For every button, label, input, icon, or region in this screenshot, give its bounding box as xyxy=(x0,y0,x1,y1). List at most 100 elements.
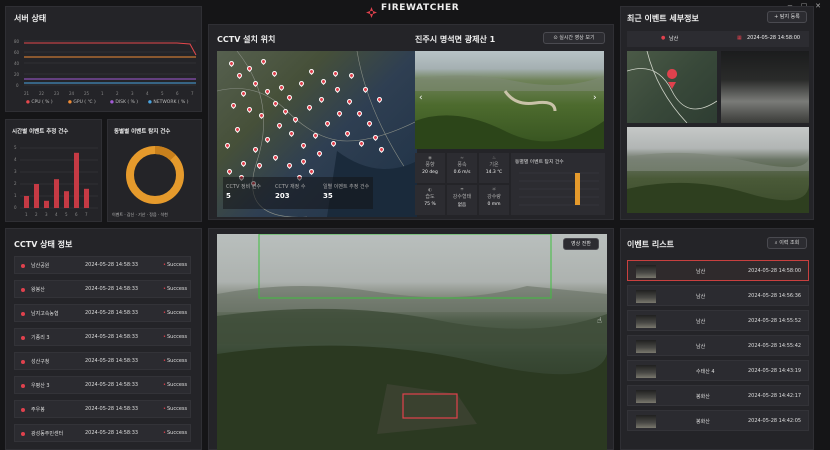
cctv-name: 성산구청 xyxy=(31,359,50,365)
success-dot-icon: • xyxy=(163,262,166,268)
svg-text:5: 5 xyxy=(14,145,17,150)
event-thumbnail xyxy=(636,390,656,403)
event-row[interactable]: 수태산 4 2024-05-28 14:43:19 xyxy=(627,360,809,381)
hourly-bar xyxy=(64,191,69,208)
event-map-thumb[interactable] xyxy=(627,51,717,123)
event-time: 2024-05-28 14:58:00 xyxy=(748,268,802,274)
panel-title: 이벤트 리스트 xyxy=(627,240,674,249)
hourly-bar xyxy=(34,184,39,208)
event-row[interactable]: 남산 2024-05-28 14:55:42 xyxy=(627,335,809,356)
xtick: 23 xyxy=(54,91,60,96)
main-video-feed[interactable]: 영상 전환 ☝ xyxy=(217,234,607,450)
xtick: 24 xyxy=(69,91,75,96)
regional-donut-chart xyxy=(126,146,184,204)
svg-text:1: 1 xyxy=(14,193,17,198)
weekly-bar xyxy=(575,173,580,205)
cctv-time: 2024-05-28 14:58:33 xyxy=(85,310,139,316)
event-location: 남산 xyxy=(696,294,706,300)
event-row[interactable]: 봉화산 2024-05-28 14:42:17 xyxy=(627,385,809,406)
cctv-map[interactable]: CCTV 정비 건수 5 CCTV 재정 수 203 일별 이벤트 추정 건수 35 xyxy=(217,51,417,217)
camera-view[interactable]: ‹ › xyxy=(415,51,604,149)
success-dot-icon: • xyxy=(163,382,166,388)
cctv-name: 기종리 3 xyxy=(31,335,50,341)
hourly-chart: 5 4 3 2 1 0 1 2 3 4 5 6 7 xyxy=(14,145,98,217)
stat-value: 203 xyxy=(275,192,290,200)
status-dot-icon xyxy=(21,384,25,388)
cctv-row[interactable]: 남지고속농협 2024-05-28 14:58:33 • Success xyxy=(14,304,191,322)
svg-text:2: 2 xyxy=(14,181,17,186)
cctv-status: Success xyxy=(167,310,188,316)
register-detection-button[interactable]: + 탐지 등록 xyxy=(767,11,807,23)
pin-icon: ● xyxy=(661,35,666,41)
history-button[interactable]: ⌕ 이력 조회 xyxy=(767,237,807,249)
cctv-row[interactable]: 왕봉산 2024-05-28 14:58:33 • Success xyxy=(14,280,191,298)
success-dot-icon: • xyxy=(163,406,166,412)
stat-value: 35 xyxy=(323,192,333,200)
cctv-row[interactable]: 기종리 3 2024-05-28 14:58:33 • Success xyxy=(14,328,191,346)
event-list-panel: 이벤트 리스트 ⌕ 이력 조회 남산 2024-05-28 14:58:00 남… xyxy=(620,228,814,450)
event-row[interactable]: 남산 2024-05-28 14:55:52 xyxy=(627,310,809,331)
cctv-status: Success xyxy=(167,382,188,388)
ytick: 80 xyxy=(14,39,20,44)
cctv-row[interactable]: 주우봉 2024-05-28 14:58:33 • Success xyxy=(14,400,191,418)
panel-title: CCTV 설치 위치 xyxy=(217,35,276,44)
event-landscape-image[interactable] xyxy=(627,127,809,213)
camera-title: 진주시 명석면 광제산 1 xyxy=(415,35,496,44)
success-dot-icon: • xyxy=(163,430,166,436)
cpu-series xyxy=(24,42,197,56)
xtick: 7 xyxy=(191,91,194,96)
server-status-chart: 80 60 40 20 0 21 22 23 24 25 1 2 3 4 5 6… xyxy=(14,39,197,96)
hourly-events-panel: 시간별 이벤트 추정 건수 543 210 1234567 xyxy=(5,119,102,222)
cctv-time: 2024-05-28 14:58:33 xyxy=(85,382,139,388)
cctv-time: 2024-05-28 14:58:33 xyxy=(85,262,139,268)
cctv-row[interactable]: 남산공원 2024-05-28 14:58:33 • Success xyxy=(14,256,191,274)
xtick: 21 xyxy=(24,91,30,96)
next-arrow-icon[interactable]: › xyxy=(593,93,597,103)
weekly-chart-box: 동별별 이벤트 탐지 건수 xyxy=(511,153,605,215)
cctv-row[interactable]: 우평산 3 2024-05-28 14:58:33 • Success xyxy=(14,376,191,394)
event-row[interactable]: 남산 2024-05-28 14:58:00 xyxy=(627,260,809,281)
cctv-name: 남산공원 xyxy=(31,263,50,269)
status-dot-icon xyxy=(21,408,25,412)
event-row[interactable]: 남산 2024-05-28 14:56:36 xyxy=(627,285,809,306)
event-thumbnail xyxy=(636,415,656,428)
xtick: 4 xyxy=(146,91,149,96)
hourly-xtick: 4 xyxy=(55,212,58,217)
ytick: 40 xyxy=(14,61,20,66)
xtick: 6 xyxy=(176,91,179,96)
xtick: 3 xyxy=(131,91,134,96)
event-location: 남산 xyxy=(696,269,706,275)
hourly-bar xyxy=(74,152,79,208)
cctv-row[interactable]: 성산구청 2024-05-28 14:58:33 • Success xyxy=(14,352,191,370)
event-thumbnail xyxy=(636,290,656,303)
app-title: FIREWATCHER xyxy=(381,3,460,13)
cctv-row[interactable]: 광성동주민센터 2024-05-28 14:58:33 • Success xyxy=(14,424,191,442)
event-thumbnail xyxy=(636,315,656,328)
status-dot-icon xyxy=(21,432,25,436)
switch-video-button[interactable]: 영상 전환 xyxy=(563,238,599,250)
hourly-xtick: 6 xyxy=(75,212,78,217)
cctv-status: Success xyxy=(167,406,188,412)
calendar-icon: ▦ xyxy=(737,35,742,41)
event-row[interactable]: 봉화산 2024-05-28 14:42:05 xyxy=(627,410,809,431)
live-video-button[interactable]: ⊙ 실시간 영상 보기 xyxy=(543,32,605,44)
event-snapshot-thumb[interactable] xyxy=(721,51,809,123)
event-location: 봉화산 xyxy=(696,419,710,425)
success-dot-icon: • xyxy=(163,286,166,292)
map-stats: CCTV 정비 건수 5 CCTV 재정 수 203 일별 이벤트 추정 건수 35 xyxy=(223,177,373,209)
event-time: 2024-05-28 14:56:36 xyxy=(748,293,802,299)
svg-text:3: 3 xyxy=(14,169,17,174)
success-dot-icon: • xyxy=(163,358,166,364)
cctv-name: 우평산 3 xyxy=(31,383,50,389)
prev-arrow-icon[interactable]: ‹ xyxy=(419,93,423,103)
hourly-xtick: 7 xyxy=(85,212,88,217)
legend-gpu: GPU ( ℃ ) xyxy=(73,100,96,105)
server-status-panel: 서버 상태 80 60 40 20 0 21 22 23 24 25 1 2 3… xyxy=(5,6,202,112)
legend-disk: DISK ( % ) xyxy=(115,100,139,105)
cctv-status: Success xyxy=(167,262,188,268)
hourly-xtick: 1 xyxy=(25,212,28,217)
hourly-bar xyxy=(84,188,89,208)
recent-event-panel: 최근 이벤트 세부정보 + 탐지 등록 ● 남산 ▦ 2024-05-28 14… xyxy=(620,6,814,220)
cctv-status: Success xyxy=(167,334,188,340)
cctv-status-panel: CCTV 상태 정보 남산공원 2024-05-28 14:58:33 • Su… xyxy=(5,228,202,450)
